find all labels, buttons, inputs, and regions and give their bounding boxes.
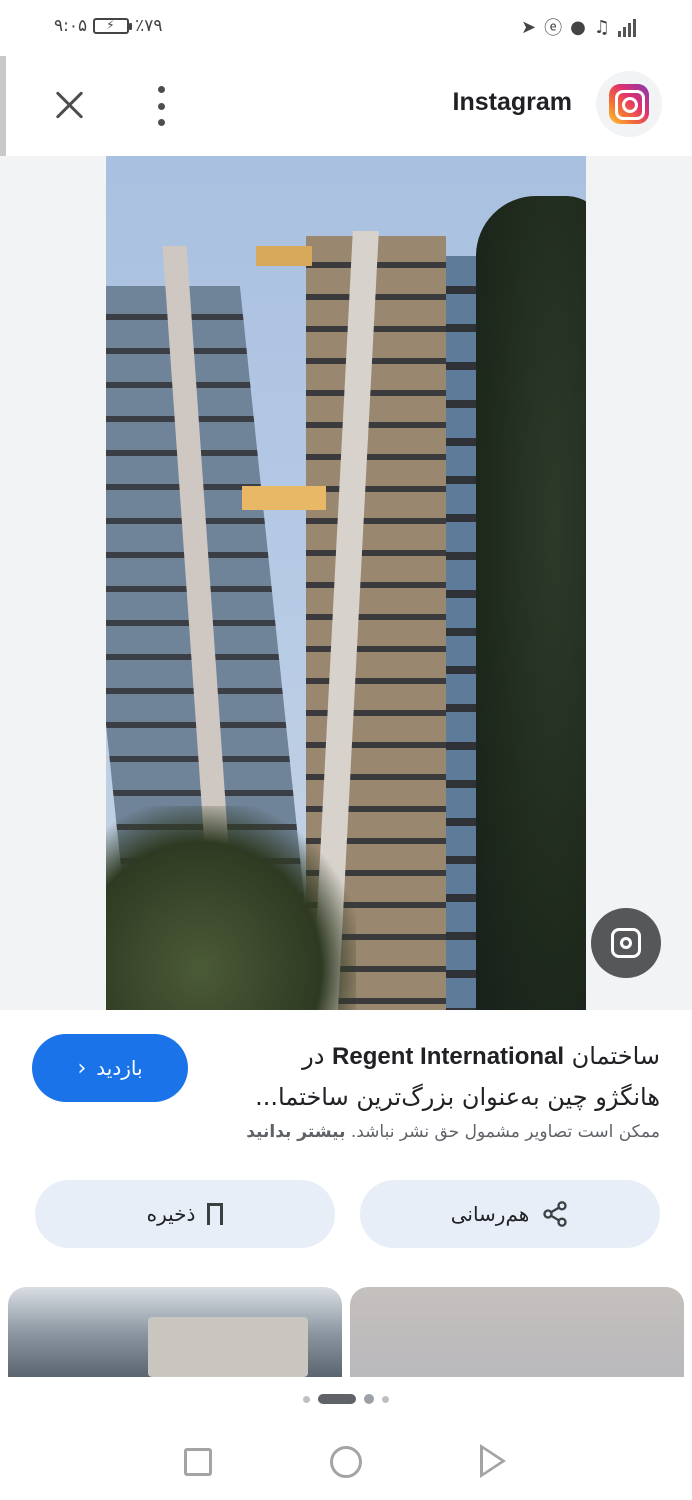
clock: ۹:۰۵	[54, 16, 88, 36]
chat-icon: ●	[570, 16, 586, 38]
back-icon[interactable]	[480, 1444, 506, 1478]
title-part-1: ساختمان	[564, 1042, 660, 1070]
close-icon[interactable]	[48, 84, 90, 126]
status-right: ➤ ⓔ ● ♫	[521, 14, 636, 40]
bookmark-icon	[207, 1203, 224, 1231]
lens-icon	[611, 928, 641, 958]
building-photo[interactable]	[106, 156, 586, 1010]
status-bar: ۹:۰۵ ⚡ ٪۷۹ ➤ ⓔ ● ♫	[0, 0, 692, 56]
tree	[476, 196, 586, 1010]
visit-label: بازدید	[96, 1056, 143, 1080]
chevron-left-icon: ‹	[77, 1055, 87, 1081]
share-label: هم‌رسانی	[450, 1202, 530, 1226]
pagination-dots	[0, 1394, 692, 1404]
related-image-thumbnail[interactable]	[350, 1287, 684, 1377]
lit-floor	[242, 486, 326, 510]
home-icon[interactable]	[330, 1446, 362, 1478]
copyright-text: ممکن است تصاویر مشمول حق نشر نباشد.	[350, 1122, 660, 1142]
share-icon	[543, 1201, 567, 1227]
save-label: ذخیره	[146, 1202, 196, 1226]
image-preview-area	[0, 156, 692, 1010]
music-icon: ♫	[593, 16, 610, 38]
palm-tree	[106, 806, 356, 1010]
telegram-icon: ➤	[521, 16, 537, 38]
recents-icon[interactable]	[184, 1448, 212, 1476]
share-button[interactable]: هم‌رسانی	[360, 1180, 660, 1248]
status-left: ۹:۰۵ ⚡ ٪۷۹	[54, 16, 163, 36]
result-title[interactable]: ساختمان Regent International در هانگژو چ…	[210, 1036, 660, 1117]
related-image-thumbnail[interactable]	[8, 1287, 342, 1377]
copyright-notice: ممکن است تصاویر مشمول حق نشر نباشد. بیشت…	[60, 1122, 660, 1142]
lens-search-button[interactable]	[591, 908, 661, 978]
title-bold: Regent International	[332, 1043, 565, 1070]
title-line-2: هانگژو چین به‌عنوان بزرگ‌ترین ساختما...	[255, 1083, 660, 1111]
title-part-2: در	[302, 1042, 333, 1070]
page-dot-active	[318, 1394, 356, 1404]
lit-floor-top	[256, 246, 312, 266]
page-dot	[382, 1395, 389, 1403]
app-notification-icon: ⓔ	[544, 18, 563, 39]
page-dot	[364, 1394, 374, 1404]
signal-icon	[618, 17, 636, 37]
instagram-logo-icon	[609, 84, 649, 124]
source-favicon[interactable]	[596, 71, 662, 137]
visit-button[interactable]: بازدید ‹	[32, 1034, 188, 1102]
more-options-icon[interactable]	[150, 86, 172, 126]
viewer-header: Instagram	[0, 56, 692, 156]
page-dot	[303, 1395, 310, 1403]
source-app-name[interactable]: Instagram	[453, 88, 572, 117]
battery-percent: ٪۷۹	[135, 16, 163, 36]
system-nav-bar	[0, 1420, 692, 1500]
battery-icon: ⚡	[93, 18, 133, 34]
save-button[interactable]: ذخیره	[35, 1180, 335, 1248]
learn-more-link[interactable]: بیشتر بدانید	[246, 1122, 345, 1142]
